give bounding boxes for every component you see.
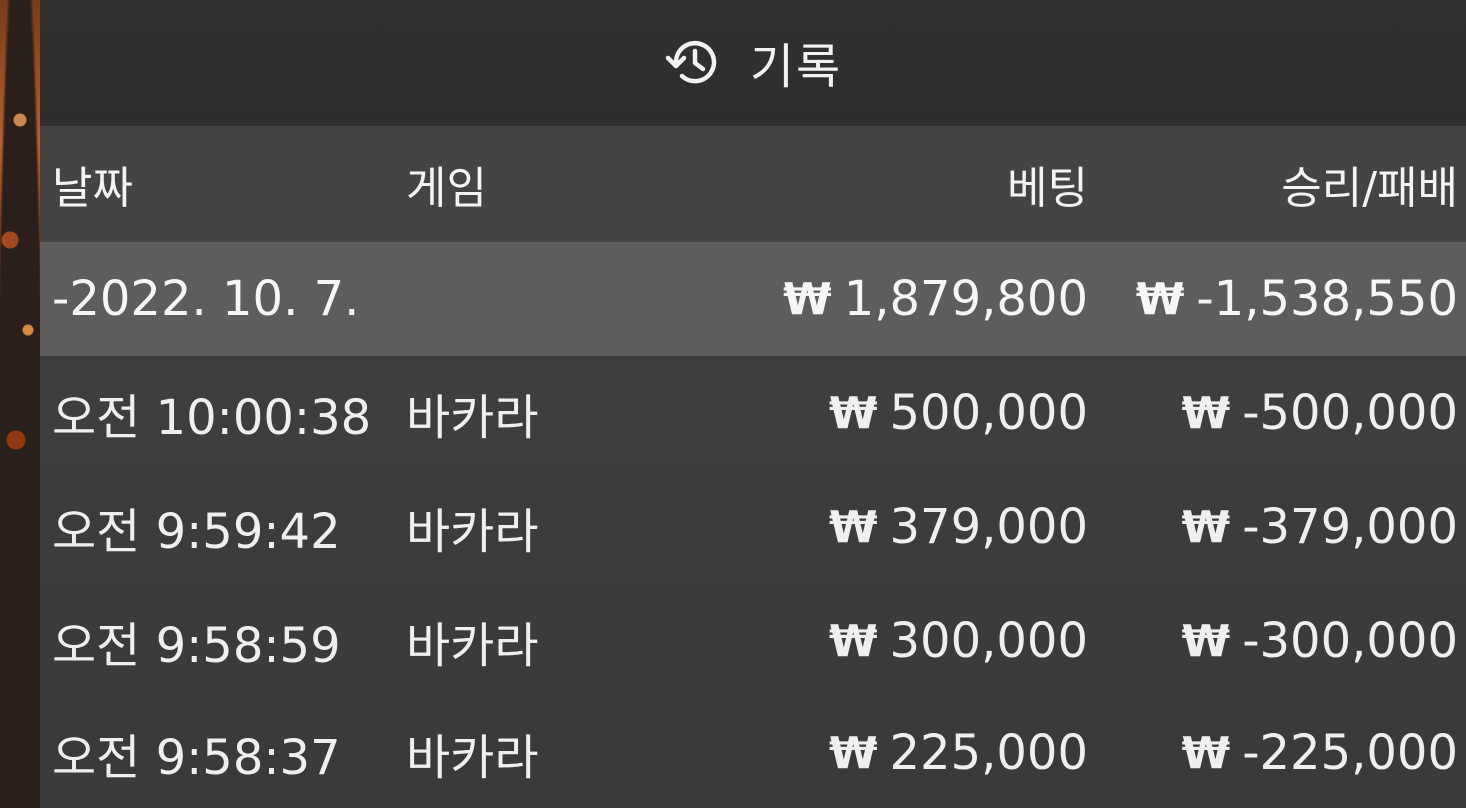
date-summary-row[interactable]: -2022. 10. 7. ₩1,879,800 ₩ -1,538,550	[40, 242, 1466, 356]
won-symbol: ₩	[828, 501, 878, 553]
row-bet-amount: 379,000	[889, 499, 1089, 555]
row-bet: ₩500,000	[829, 356, 1088, 470]
row-bet-amount: 500,000	[889, 385, 1089, 441]
history-header: 기록	[40, 0, 1466, 126]
background-artwork	[0, 0, 40, 808]
row-time: 오전 10:00:38	[52, 390, 372, 446]
row-bet-amount: 300,000	[889, 613, 1089, 669]
row-result-amount: -300,000	[1242, 613, 1458, 669]
won-symbol: ₩	[1181, 501, 1231, 553]
table-row[interactable]: 오전 9:59:42 바카라 ₩379,000 ₩ -379,000	[40, 470, 1466, 584]
column-header-game: 게임	[406, 163, 487, 214]
table-row[interactable]: 오전 10:00:38 바카라 ₩500,000 ₩ -500,000	[40, 356, 1466, 470]
row-time: 오전 9:59:42	[52, 504, 341, 560]
summary-result-amount: -1,538,550	[1196, 271, 1458, 327]
header-title-group: 기록	[40, 22, 1466, 102]
table-row[interactable]: 오전 9:58:59 바카라 ₩300,000 ₩ -300,000	[40, 584, 1466, 698]
won-symbol: ₩	[1181, 387, 1231, 439]
row-bet-amount: 225,000	[889, 725, 1089, 781]
row-game: 바카라	[406, 390, 539, 446]
page-title: 기록	[749, 39, 843, 95]
history-icon	[664, 31, 726, 93]
summary-bet-amount: 1,879,800	[843, 271, 1088, 327]
row-bet: ₩225,000	[829, 698, 1088, 808]
table-header: 날짜 게임 베팅 승리/패배	[40, 126, 1466, 242]
summary-date: -2022. 10. 7.	[52, 271, 360, 327]
row-game: 바카라	[406, 730, 539, 786]
summary-bet: ₩1,879,800	[783, 242, 1088, 356]
column-header-bet: 베팅	[1007, 163, 1088, 214]
won-symbol: ₩	[1181, 615, 1231, 667]
history-panel: 기록 날짜 게임 베팅 승리/패배 -2022. 10. 7. ₩1,879,8…	[40, 0, 1466, 808]
row-result: ₩ -500,000	[1182, 356, 1458, 470]
column-header-result: 승리/패배	[1281, 163, 1458, 214]
row-game: 바카라	[406, 618, 539, 674]
column-header-date: 날짜	[52, 163, 133, 214]
won-symbol: ₩	[828, 387, 878, 439]
row-result-amount: -379,000	[1242, 499, 1458, 555]
row-time: 오전 9:58:59	[52, 618, 341, 674]
row-result-amount: -225,000	[1242, 725, 1458, 781]
table-row[interactable]: 오전 9:58:37 바카라 ₩225,000 ₩ -225,000	[40, 698, 1466, 808]
row-result: ₩ -300,000	[1182, 584, 1458, 698]
row-time: 오전 9:58:37	[52, 730, 341, 786]
summary-result: ₩ -1,538,550	[1136, 242, 1458, 356]
won-symbol: ₩	[828, 615, 878, 667]
row-result: ₩ -225,000	[1182, 698, 1458, 808]
row-game: 바카라	[406, 504, 539, 560]
row-result-amount: -500,000	[1242, 385, 1458, 441]
row-bet: ₩379,000	[829, 470, 1088, 584]
won-symbol: ₩	[1181, 727, 1231, 779]
won-symbol: ₩	[1135, 273, 1185, 325]
row-result: ₩ -379,000	[1182, 470, 1458, 584]
won-symbol: ₩	[828, 727, 878, 779]
history-screen: 기록 날짜 게임 베팅 승리/패배 -2022. 10. 7. ₩1,879,8…	[0, 0, 1466, 808]
won-symbol: ₩	[783, 273, 832, 325]
row-bet: ₩300,000	[829, 584, 1088, 698]
